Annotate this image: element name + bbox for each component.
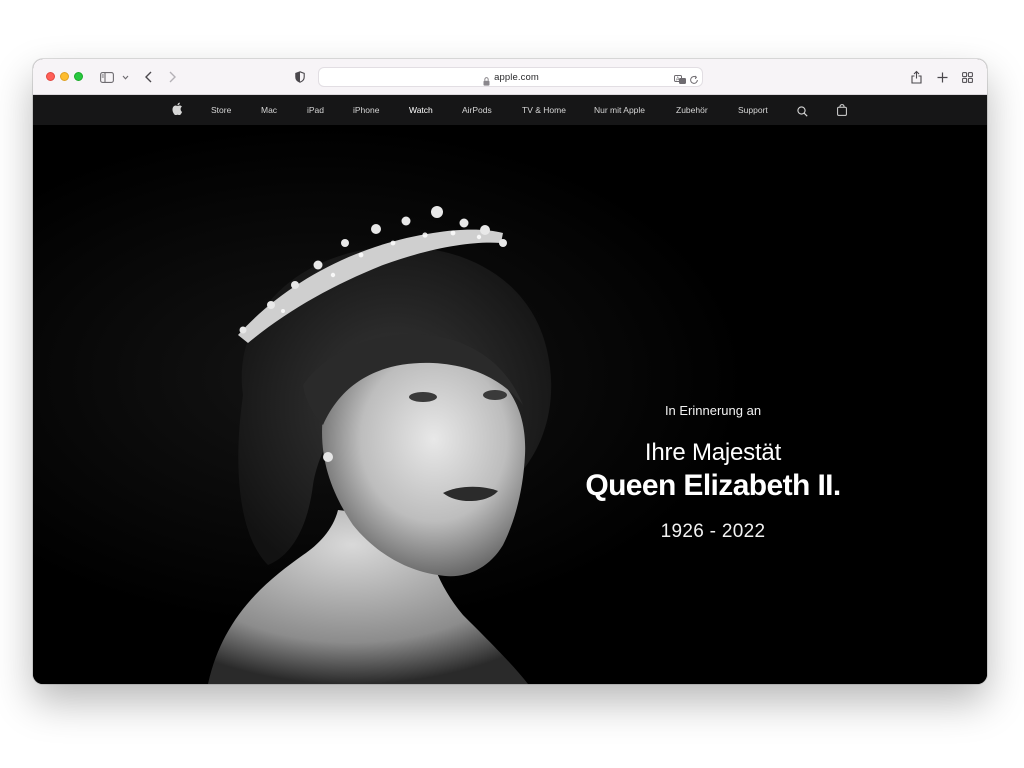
url-text: apple.com: [494, 71, 539, 83]
address-bar[interactable]: apple.com A: [318, 67, 703, 87]
svg-text:A: A: [676, 76, 680, 82]
browser-toolbar: apple.com A: [33, 59, 987, 95]
shopping-bag-icon[interactable]: [837, 103, 847, 121]
reload-icon[interactable]: [689, 72, 699, 90]
memorial-hero: In Erinnerung an Ihre Majestät Queen Eli…: [33, 125, 987, 684]
translate-icon[interactable]: A: [674, 72, 687, 90]
minimize-window-button[interactable]: [60, 72, 69, 81]
back-icon[interactable]: [143, 68, 153, 86]
nav-item-store[interactable]: Store: [211, 95, 231, 125]
nav-item-tv-home[interactable]: TV & Home: [522, 95, 566, 125]
life-years: 1926 - 2022: [660, 521, 766, 542]
share-icon[interactable]: [910, 68, 922, 86]
close-window-button[interactable]: [46, 72, 55, 81]
nav-item-zubehoer[interactable]: Zubehör: [676, 95, 708, 125]
nav-item-mac[interactable]: Mac: [261, 95, 277, 125]
browser-window: apple.com A Store Mac iPad iPhone Watch …: [33, 59, 987, 684]
forward-icon[interactable]: [167, 68, 177, 86]
nav-item-airpods[interactable]: AirPods: [462, 95, 492, 125]
apple-logo-icon[interactable]: [172, 102, 183, 120]
nav-item-iphone[interactable]: iPhone: [353, 95, 379, 125]
zoom-window-button[interactable]: [74, 72, 83, 81]
memory-label: In Erinnerung an: [664, 403, 762, 418]
sidebar-toggle-icon[interactable]: [100, 68, 114, 86]
nav-item-ipad[interactable]: iPad: [307, 95, 324, 125]
global-nav: Store Mac iPad iPhone Watch AirPods TV &…: [33, 95, 987, 125]
nav-item-support[interactable]: Support: [738, 95, 768, 125]
queen-name: Queen Elizabeth II.: [585, 469, 841, 502]
majesty-label: Ihre Majestät: [644, 439, 782, 466]
new-tab-icon[interactable]: [936, 68, 948, 86]
nav-item-nur-mit-apple[interactable]: Nur mit Apple: [594, 95, 645, 125]
nav-item-watch[interactable]: Watch: [409, 95, 433, 125]
search-icon[interactable]: [797, 104, 808, 122]
privacy-shield-icon[interactable]: [294, 68, 306, 86]
tab-overview-icon[interactable]: [961, 68, 973, 86]
chevron-down-icon[interactable]: [121, 68, 129, 86]
lock-icon: [483, 73, 490, 91]
